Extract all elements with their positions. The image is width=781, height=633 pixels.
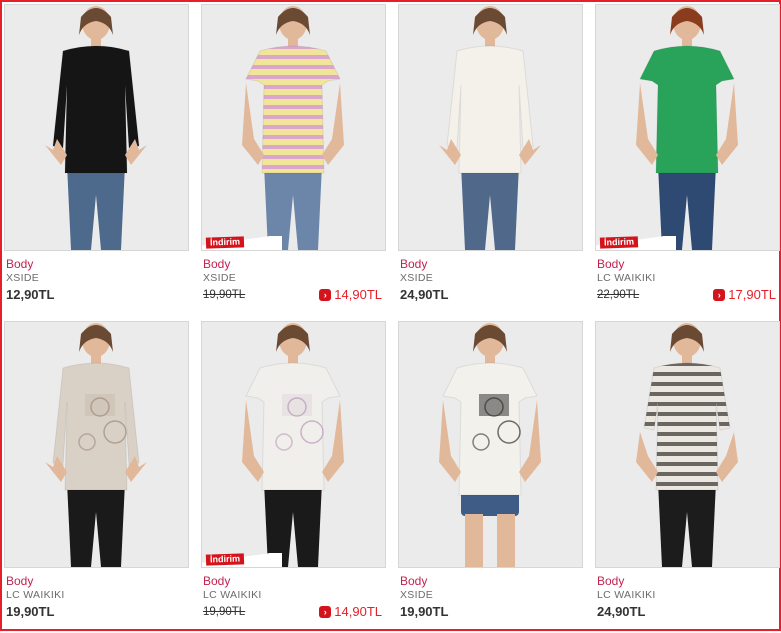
product-price: 24,90TL (597, 604, 646, 619)
product-card[interactable]: İndirim Body LC WAIKIKI 22,90TL › 17,90TL (595, 4, 780, 316)
product-photo-figure (202, 5, 385, 250)
chevron-right-icon: › (713, 289, 726, 301)
product-category-link[interactable]: Body (400, 257, 427, 271)
product-photo-figure (399, 322, 582, 567)
product-image[interactable] (595, 321, 780, 568)
product-photo-figure (5, 322, 188, 567)
product-brand: XSIDE (6, 272, 40, 284)
product-category-link[interactable]: Body (6, 257, 33, 271)
old-price: 22,90TL (597, 289, 640, 301)
product-brand: LC WAIKIKI (597, 272, 656, 284)
old-price: 19,90TL (203, 606, 246, 618)
sale-price-value: 14,90TL (334, 287, 382, 302)
product-card[interactable]: İndirim Body LC WAIKIKI 19,90TL › 14,90TL (201, 321, 386, 633)
product-image[interactable]: İndirim (595, 4, 780, 251)
product-photo-figure (202, 322, 385, 567)
product-brand: LC WAIKIKI (6, 589, 65, 601)
product-grid: Body XSIDE 12,90TL İndirim Body XSIDE 19,90TL… (3, 3, 780, 628)
sale-price: › 17,90TL (713, 287, 776, 303)
sale-price: › 14,90TL (319, 604, 382, 620)
product-category-link[interactable]: Body (203, 574, 230, 588)
product-category-link[interactable]: Body (203, 257, 230, 271)
product-image[interactable]: İndirim (201, 321, 386, 568)
product-price: 24,90TL (400, 287, 449, 302)
old-price: 19,90TL (203, 289, 246, 301)
product-category-link[interactable]: Body (400, 574, 427, 588)
product-photo-figure (596, 322, 779, 567)
product-image[interactable] (398, 321, 583, 568)
product-brand: LC WAIKIKI (597, 589, 656, 601)
product-photo-figure (399, 5, 582, 250)
product-image[interactable]: İndirim (201, 4, 386, 251)
product-image[interactable] (4, 4, 189, 251)
product-category-link[interactable]: Body (6, 574, 33, 588)
product-brand: XSIDE (400, 272, 434, 284)
product-card[interactable]: Body XSIDE 12,90TL (4, 4, 189, 316)
product-image[interactable] (398, 4, 583, 251)
product-card[interactable]: Body LC WAIKIKI 19,90TL (4, 321, 189, 633)
sale-price: › 14,90TL (319, 287, 382, 303)
product-brand: XSIDE (203, 272, 237, 284)
product-category-link[interactable]: Body (597, 257, 624, 271)
chevron-right-icon: › (319, 289, 332, 301)
product-card[interactable]: Body XSIDE 19,90TL (398, 321, 583, 633)
product-card[interactable]: Body XSIDE 24,90TL (398, 4, 583, 316)
product-category-link[interactable]: Body (597, 574, 624, 588)
product-price: 19,90TL (400, 604, 449, 619)
product-photo-figure (596, 5, 779, 250)
product-photo-figure (5, 5, 188, 250)
product-price: 12,90TL (6, 287, 55, 302)
product-brand: XSIDE (400, 589, 434, 601)
sale-price-value: 17,90TL (728, 287, 776, 302)
sale-price-value: 14,90TL (334, 604, 382, 619)
product-image[interactable] (4, 321, 189, 568)
product-card[interactable]: Body LC WAIKIKI 24,90TL (595, 321, 780, 633)
product-brand: LC WAIKIKI (203, 589, 262, 601)
chevron-right-icon: › (319, 606, 332, 618)
product-price: 19,90TL (6, 604, 55, 619)
product-card[interactable]: İndirim Body XSIDE 19,90TL › 14,90TL (201, 4, 386, 316)
